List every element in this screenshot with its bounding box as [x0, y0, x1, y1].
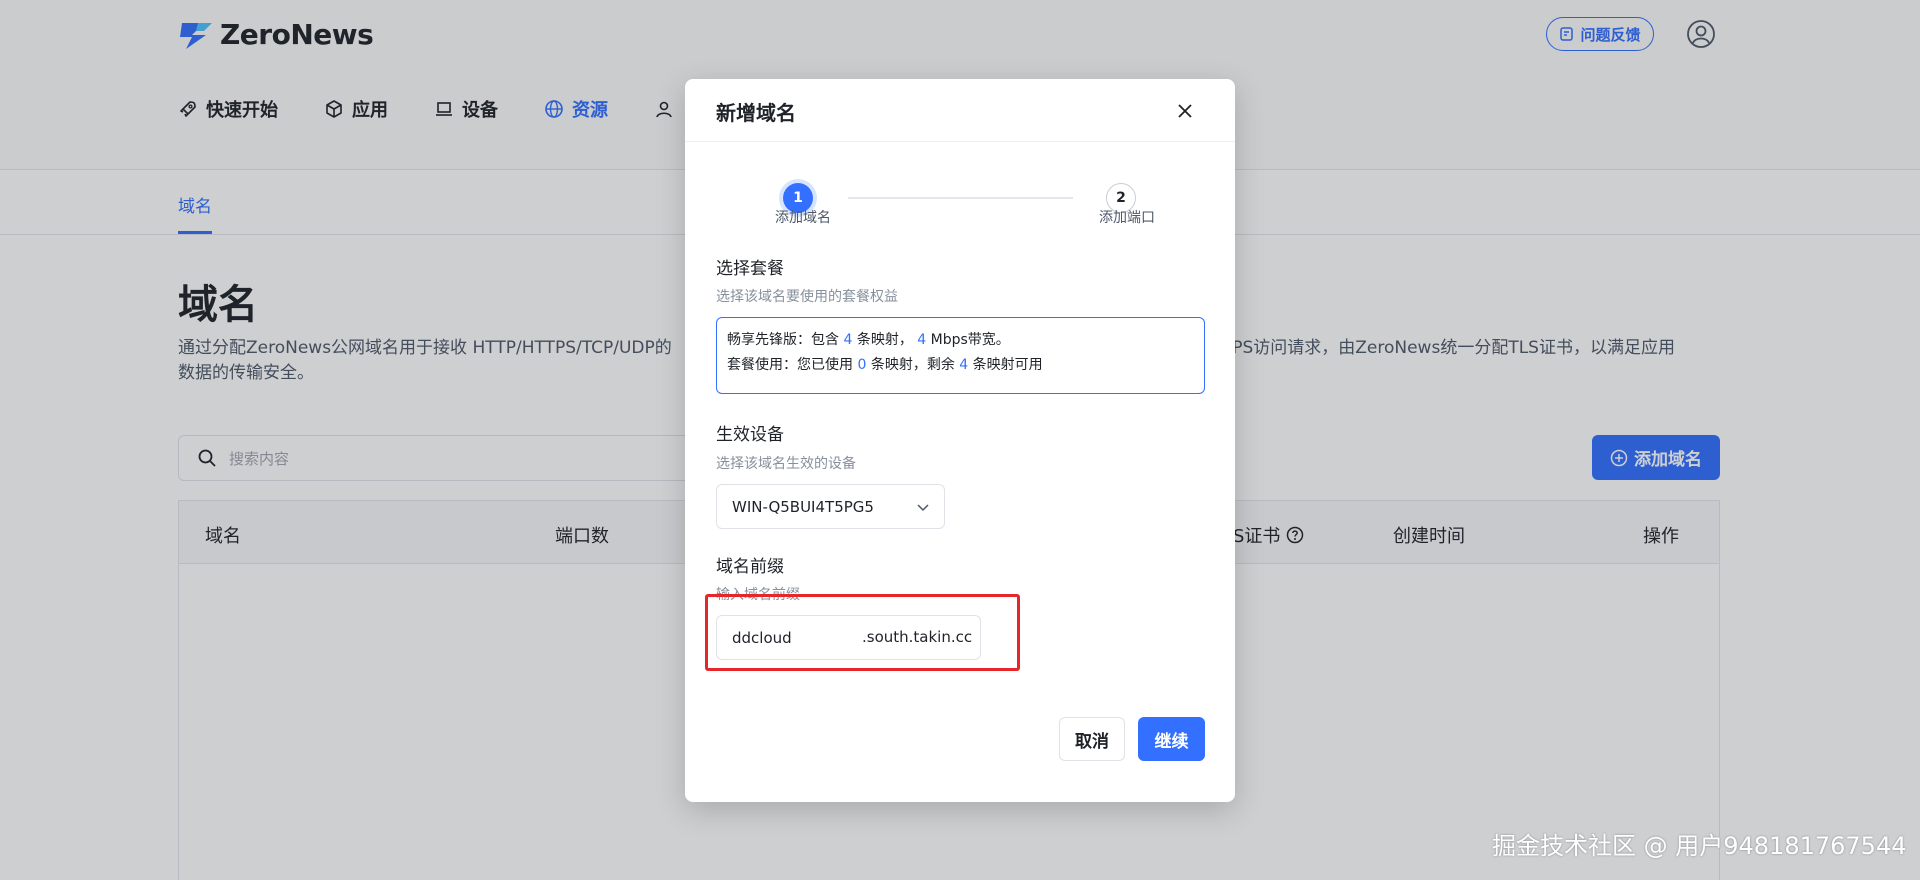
step-2-label: 添加端口	[1099, 210, 1155, 226]
plan-bandwidth-unit: Mbps带宽。	[930, 332, 1010, 348]
close-icon[interactable]	[1174, 100, 1196, 122]
plan-option[interactable]: 畅享先锋版：包含 4 条映射， 4 Mbps带宽。 套餐使用：您已使用 0 条映…	[716, 317, 1205, 394]
add-domain-dialog: 新增域名 1 2 添加域名 添加端口 选择套餐 选择该域名要使用的套餐权益 畅享…	[685, 79, 1235, 802]
device-select-value: WIN-Q5BUI4T5PG5	[732, 497, 874, 516]
dialog-title: 新增域名	[716, 101, 796, 125]
step-1-label: 添加域名	[775, 210, 831, 226]
continue-button[interactable]: 继续	[1138, 717, 1205, 761]
plan-section-subtitle: 选择该域名要使用的套餐权益	[716, 289, 898, 305]
plan-mapping-unit: 条映射，	[856, 332, 913, 348]
cancel-button[interactable]: 取消	[1059, 717, 1125, 761]
plan-bandwidth: 4	[917, 332, 927, 348]
plan-line-2: 套餐使用：您已使用 0 条映射，剩余 4 条映射可用	[727, 353, 1194, 378]
usage-suffix: 条映射可用	[972, 357, 1043, 373]
step-connector	[848, 197, 1073, 199]
plan-section-title: 选择套餐	[716, 259, 784, 279]
usage-remaining-count: 4	[959, 357, 969, 373]
chevron-down-icon	[917, 504, 929, 512]
dialog-header: 新增域名	[685, 79, 1235, 142]
plan-name: 畅享先锋版：包含	[727, 332, 839, 348]
plan-line-1: 畅享先锋版：包含 4 条映射， 4 Mbps带宽。	[727, 328, 1194, 353]
device-select[interactable]: WIN-Q5BUI4T5PG5	[716, 484, 945, 529]
plan-mapping-count: 4	[843, 332, 853, 348]
usage-mid: 条映射，剩余	[870, 357, 955, 373]
annotation-highlight-box	[705, 594, 1020, 671]
watermark: 掘金技术社区 @ 用户948181767544	[1492, 832, 1907, 860]
app-page: ZeroNews 快速开始 应用 设备 资源 问题反馈 域名 域名 通过分配Ze…	[0, 0, 1920, 880]
device-section-title: 生效设备	[716, 425, 784, 445]
device-section-subtitle: 选择该域名生效的设备	[716, 456, 856, 472]
prefix-section-title: 域名前缀	[716, 557, 784, 577]
usage-prefix: 套餐使用：您已使用	[727, 357, 853, 373]
usage-used-count: 0	[857, 357, 867, 373]
